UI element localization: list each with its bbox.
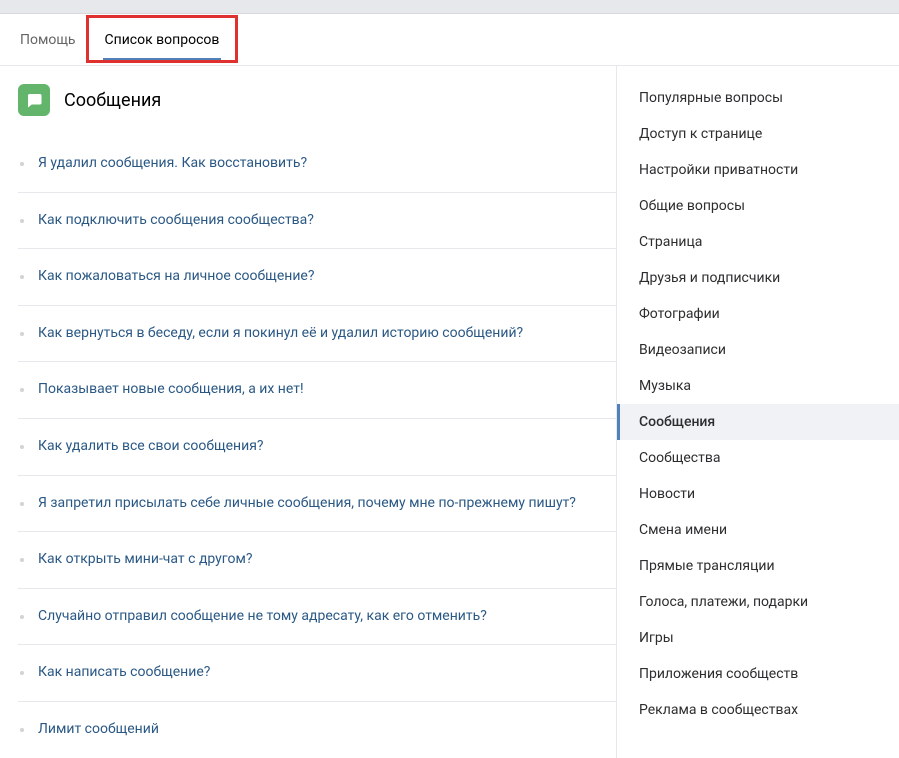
section-header: Сообщения [18, 84, 616, 136]
messages-icon [18, 84, 50, 116]
question-text: Я удалил сообщения. Как восстановить? [38, 154, 307, 174]
tab-questions[interactable]: Список вопросов [103, 18, 222, 60]
sidebar-item[interactable]: Реклама в сообществах [617, 692, 899, 728]
tab-questions-highlight: Список вопросов [86, 15, 239, 63]
question-item[interactable]: Как удалить все свои сообщения? [18, 419, 616, 476]
question-text: Как открыть мини-чат с другом? [38, 550, 253, 570]
bullet-icon [20, 332, 24, 336]
sidebar-item[interactable]: Сообщества [617, 440, 899, 476]
question-text: Показывает новые сообщения, а их нет! [38, 380, 304, 400]
sidebar-item[interactable]: Голоса, платежи, подарки [617, 584, 899, 620]
sidebar-item[interactable]: Общие вопросы [617, 188, 899, 224]
questions-list: Я удалил сообщения. Как восстановить? Как… [18, 136, 616, 758]
sidebar-item[interactable]: Игры [617, 620, 899, 656]
bullet-icon [20, 728, 24, 732]
question-item[interactable]: Как вернуться в беседу, если я покинул е… [18, 306, 616, 363]
question-item[interactable]: Как подключить сообщения сообщества? [18, 193, 616, 250]
bullet-icon [20, 162, 24, 166]
sidebar-item[interactable]: Настройки приватности [617, 152, 899, 188]
question-item[interactable]: Как написать сообщение? [18, 645, 616, 702]
question-text: Как подключить сообщения сообщества? [38, 211, 314, 231]
sidebar-item[interactable]: Музыка [617, 368, 899, 404]
question-text: Как пожаловаться на личное сообщение? [38, 267, 314, 287]
bullet-icon [20, 558, 24, 562]
bullet-icon [20, 615, 24, 619]
sidebar: Популярные вопросыДоступ к страницеНастр… [617, 66, 899, 758]
question-text: Как удалить все свои сообщения? [38, 437, 264, 457]
tabs-row: Помощь Список вопросов [0, 14, 899, 66]
sidebar-item[interactable]: Прямые трансляции [617, 548, 899, 584]
question-text: Случайно отправил сообщение не тому адре… [38, 607, 487, 627]
section-title: Сообщения [64, 90, 161, 111]
question-text: Как написать сообщение? [38, 663, 210, 683]
sidebar-item[interactable]: Страница [617, 224, 899, 260]
question-item[interactable]: Показывает новые сообщения, а их нет! [18, 362, 616, 419]
bullet-icon [20, 388, 24, 392]
bullet-icon [20, 219, 24, 223]
question-text: Я запретил присылать себе личные сообщен… [38, 494, 576, 514]
question-text: Как вернуться в беседу, если я покинул е… [38, 324, 523, 344]
bullet-icon [20, 502, 24, 506]
question-item[interactable]: Я запретил присылать себе личные сообщен… [18, 476, 616, 533]
question-item[interactable]: Как открыть мини-чат с другом? [18, 532, 616, 589]
sidebar-item[interactable]: Популярные вопросы [617, 80, 899, 116]
tab-help[interactable]: Помощь [20, 16, 86, 64]
question-item[interactable]: Как пожаловаться на личное сообщение? [18, 249, 616, 306]
top-bar [0, 0, 899, 14]
sidebar-item[interactable]: Сообщения [617, 404, 899, 440]
sidebar-item[interactable]: Смена имени [617, 512, 899, 548]
sidebar-item[interactable]: Приложения сообществ [617, 656, 899, 692]
bullet-icon [20, 275, 24, 279]
sidebar-item[interactable]: Друзья и подписчики [617, 260, 899, 296]
bullet-icon [20, 671, 24, 675]
sidebar-item[interactable]: Фотографии [617, 296, 899, 332]
sidebar-item[interactable]: Видеозаписи [617, 332, 899, 368]
sidebar-item[interactable]: Доступ к странице [617, 116, 899, 152]
question-item[interactable]: Лимит сообщений [18, 702, 616, 758]
question-text: Лимит сообщений [38, 720, 159, 740]
question-item[interactable]: Я удалил сообщения. Как восстановить? [18, 136, 616, 193]
question-item[interactable]: Случайно отправил сообщение не тому адре… [18, 589, 616, 646]
main-content: Сообщения Я удалил сообщения. Как восста… [0, 66, 617, 758]
sidebar-item[interactable]: Новости [617, 476, 899, 512]
bullet-icon [20, 445, 24, 449]
